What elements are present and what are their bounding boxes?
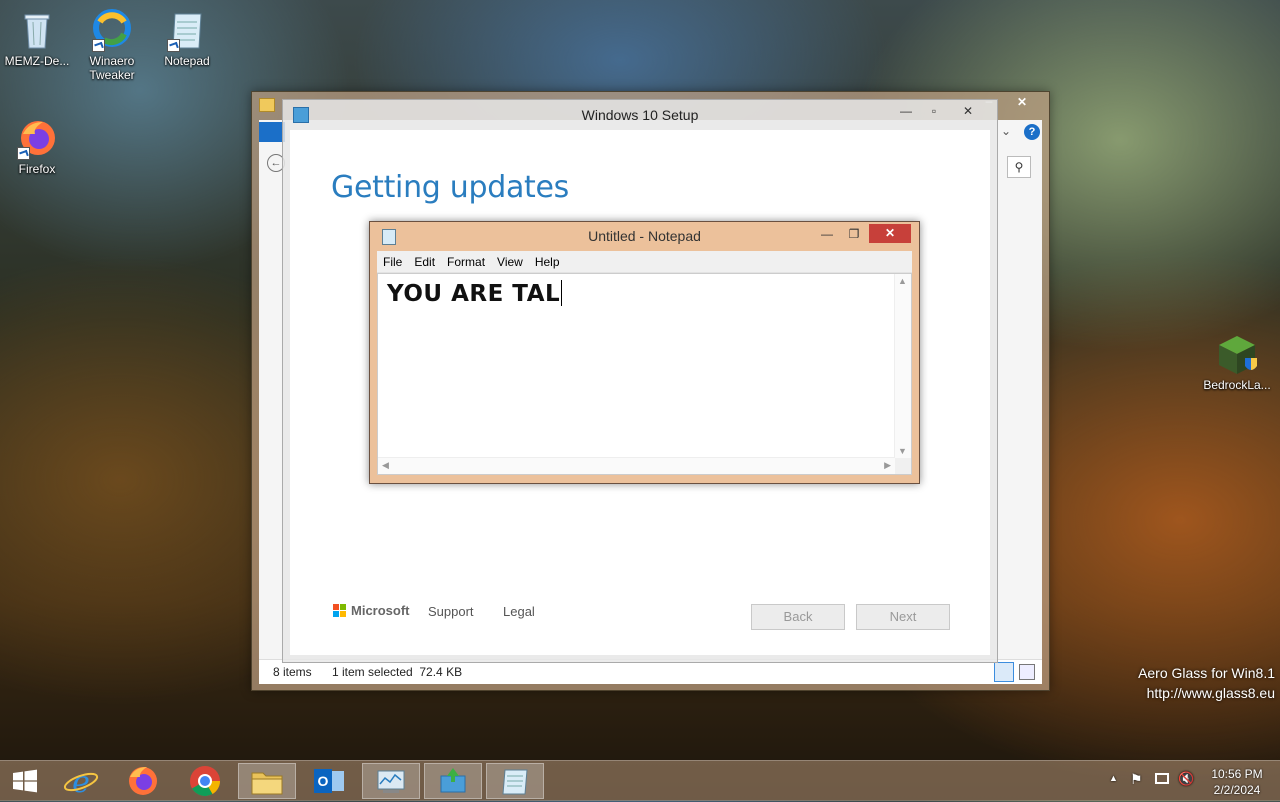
windows-logo-icon	[13, 769, 37, 793]
desktop-icon-label: Firefox	[18, 162, 56, 176]
recycle-bin-icon	[15, 8, 59, 52]
legal-link[interactable]: Legal	[503, 604, 535, 619]
taskbar-chrome[interactable]	[176, 763, 234, 799]
taskbar-notepad[interactable]	[486, 763, 544, 799]
chevron-down-icon[interactable]: ⌄	[1001, 124, 1011, 138]
horizontal-scrollbar[interactable]: ◀ ▶	[378, 457, 895, 474]
details-view-icon[interactable]	[994, 662, 1014, 682]
scroll-up-icon[interactable]: ▲	[898, 276, 907, 286]
setup-icon	[440, 768, 466, 793]
desktop-icon-winaero-tweaker[interactable]: Winaero Tweaker	[75, 8, 149, 82]
item-count: 8 items	[273, 665, 312, 679]
desktop-icon-label: Notepad	[164, 54, 210, 68]
notepad-window[interactable]: Untitled - Notepad — ❐ ✕ File Edit Format V…	[369, 221, 920, 484]
taskbar: e O ▲ ⚑ 🔇 10:56 PM 2/2/2024	[0, 760, 1280, 801]
window-title: Windows 10 Setup	[581, 107, 699, 123]
desktop-icon-notepad[interactable]: Notepad	[150, 8, 224, 68]
winaero-tweaker-icon	[90, 8, 134, 52]
next-button[interactable]: Next	[856, 604, 950, 630]
svg-text:e: e	[72, 765, 90, 799]
taskbar-windows-setup[interactable]	[424, 763, 482, 799]
shortcut-arrow-icon	[92, 39, 105, 52]
monitor-icon	[377, 770, 405, 793]
vertical-scrollbar[interactable]: ▲ ▼	[894, 274, 911, 458]
menu-help[interactable]: Help	[529, 251, 566, 273]
taskbar-system-monitor[interactable]	[362, 763, 420, 799]
close-button[interactable]: ✕	[955, 102, 981, 120]
outlook-icon: O	[314, 769, 344, 793]
firefox-icon	[129, 767, 157, 795]
minecraft-block-icon	[1215, 332, 1259, 376]
menu-bar: File Edit Format View Help	[377, 251, 912, 273]
back-button[interactable]: Back	[751, 604, 845, 630]
action-center-flag-icon[interactable]: ⚑	[1130, 771, 1143, 788]
aero-glass-watermark: Aero Glass for Win8.1 http://www.glass8.…	[1138, 663, 1275, 703]
desktop-icon-firefox[interactable]: Firefox	[0, 116, 74, 176]
taskbar-internet-explorer[interactable]: e	[52, 763, 110, 800]
shortcut-arrow-icon	[17, 147, 30, 160]
microsoft-logo	[333, 604, 347, 618]
taskbar-file-explorer[interactable]	[238, 763, 296, 799]
help-icon[interactable]: ?	[1024, 124, 1040, 140]
resize-grip-icon[interactable]	[895, 458, 911, 474]
taskbar-firefox[interactable]	[114, 763, 172, 799]
shortcut-arrow-icon	[167, 39, 180, 52]
text-editor[interactable]: YOU ARE TAL ▲ ▼ ◀ ▶	[377, 273, 912, 475]
scroll-down-icon[interactable]: ▼	[898, 446, 907, 456]
editor-text[interactable]: YOU ARE TAL	[387, 280, 563, 307]
menu-format[interactable]: Format	[441, 251, 491, 273]
taskbar-outlook[interactable]: O	[300, 763, 358, 799]
notepad-icon	[502, 769, 528, 795]
chrome-icon	[190, 766, 220, 797]
start-button[interactable]	[0, 763, 50, 799]
watermark-line2: http://www.glass8.eu	[1146, 685, 1275, 701]
close-button[interactable]: ✕	[1002, 92, 1042, 112]
support-link[interactable]: Support	[428, 604, 474, 619]
desktop-icon-label: MEMZ-De...	[4, 54, 70, 68]
microsoft-brand: Microsoft	[351, 603, 410, 618]
text-caret	[561, 280, 563, 306]
show-hidden-icons[interactable]: ▲	[1109, 773, 1118, 783]
network-icon[interactable]	[1155, 773, 1169, 784]
folder-icon	[259, 98, 275, 112]
volume-muted-icon[interactable]: 🔇	[1178, 771, 1194, 787]
large-icons-view-icon[interactable]	[1019, 664, 1035, 680]
watermark-line1: Aero Glass for Win8.1	[1138, 665, 1275, 681]
menu-view[interactable]: View	[491, 251, 529, 273]
folder-icon	[251, 772, 283, 795]
maximize-button[interactable]: ▫	[921, 102, 947, 120]
desktop-icon-label: BedrockLa...	[1203, 378, 1271, 392]
maximize-button[interactable]: ❐	[841, 225, 867, 243]
scroll-left-icon[interactable]: ◀	[382, 460, 389, 471]
notepad-icon	[165, 8, 209, 52]
scroll-right-icon[interactable]: ▶	[884, 460, 891, 471]
menu-edit[interactable]: Edit	[408, 251, 441, 273]
page-title: Getting updates	[331, 170, 569, 205]
selection-info: 1 item selected 72.4 KB	[332, 665, 463, 679]
svg-text:O: O	[318, 773, 329, 789]
minimize-button[interactable]: —	[814, 225, 840, 243]
menu-file[interactable]: File	[377, 251, 408, 273]
close-button[interactable]: ✕	[869, 224, 911, 243]
desktop-icon-bedrock-launcher[interactable]: BedrockLa...	[1200, 332, 1274, 392]
clock-time: 10:56 PM	[1211, 767, 1263, 781]
minimize-button[interactable]: —	[893, 102, 919, 120]
editor-content: YOU ARE TAL	[387, 281, 561, 307]
search-icon[interactable]: ⚲	[1007, 156, 1031, 178]
firefox-icon	[15, 116, 59, 160]
clock-date: 2/2/2024	[1213, 783, 1261, 797]
internet-explorer-icon: e	[63, 765, 99, 800]
desktop-icon-memz[interactable]: MEMZ-De...	[0, 8, 74, 68]
clock[interactable]: 10:56 PM 2/2/2024	[1200, 766, 1274, 798]
desktop-icon-label: Winaero Tweaker	[89, 54, 135, 82]
